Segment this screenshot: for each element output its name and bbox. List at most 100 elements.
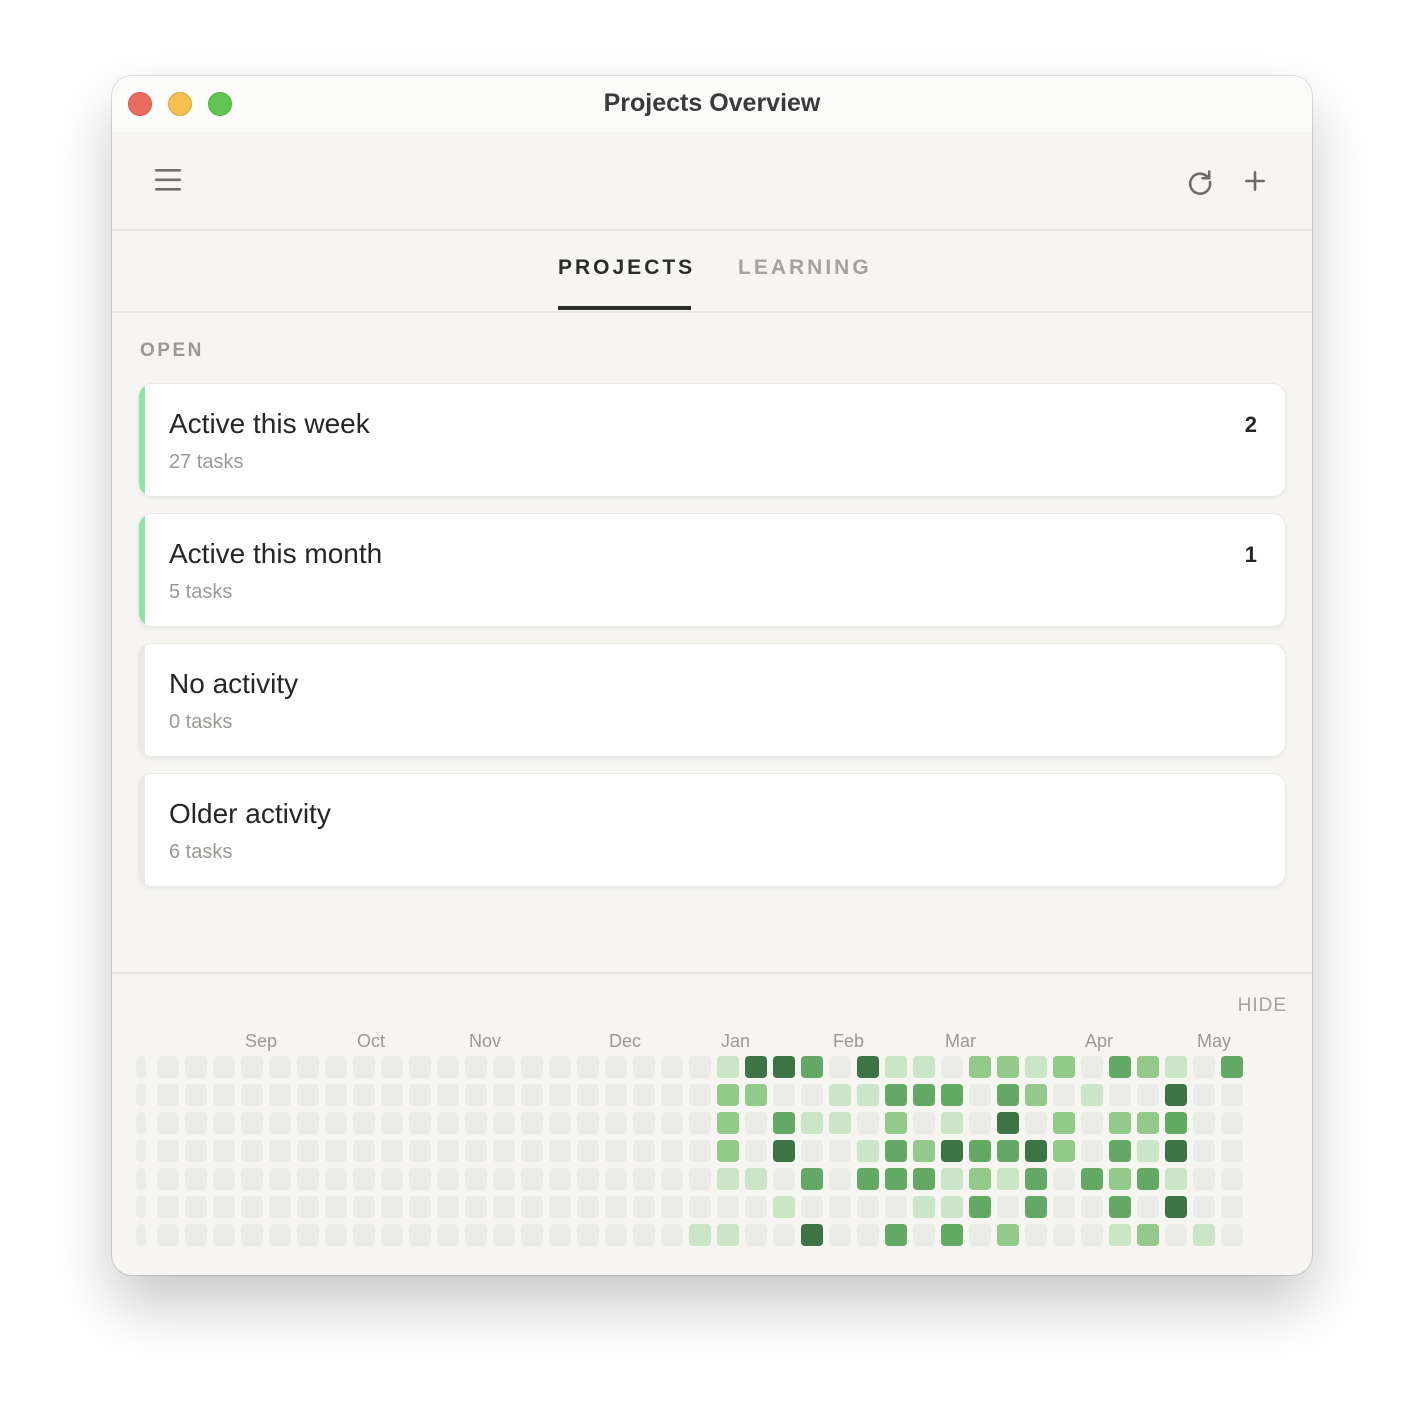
heatmap-cell [493, 1084, 515, 1106]
heatmap-cell [829, 1084, 851, 1106]
heatmap-cell [1193, 1168, 1215, 1190]
heatmap-cell [1137, 1140, 1159, 1162]
heatmap-cell [213, 1112, 235, 1134]
tab-learning[interactable]: LEARNING [738, 256, 872, 280]
heatmap-cell [969, 1056, 991, 1078]
heatmap-cell [437, 1196, 459, 1218]
heatmap-cell [1053, 1140, 1075, 1162]
heatmap-cell [717, 1168, 739, 1190]
heatmap-cell [1109, 1224, 1131, 1246]
heatmap-cell [493, 1196, 515, 1218]
heatmap-cell [689, 1056, 711, 1078]
heatmap-cell [745, 1196, 767, 1218]
heatmap-cell [521, 1084, 543, 1106]
heatmap-cell [353, 1112, 375, 1134]
heatmap-cell [717, 1112, 739, 1134]
heatmap-cell [381, 1056, 403, 1078]
card-accent [139, 774, 145, 886]
heatmap-cell [1165, 1056, 1187, 1078]
heatmap-cell [857, 1084, 879, 1106]
card-active-this-week[interactable]: Active this week 27 tasks 2 [138, 383, 1286, 497]
card-subtitle: 5 tasks [169, 581, 233, 603]
heatmap-cell [381, 1140, 403, 1162]
heatmap-cell [157, 1168, 179, 1190]
card-older-activity[interactable]: Older activity 6 tasks [138, 773, 1286, 887]
heatmap-cell [829, 1224, 851, 1246]
heatmap-cell [1193, 1196, 1215, 1218]
activity-heatmap: Sep Oct Nov Dec Jan Feb Mar Apr May [112, 1026, 1312, 1256]
heatmap-cell [353, 1140, 375, 1162]
heatmap-cell [941, 1196, 963, 1218]
heatmap-cell [157, 1196, 179, 1218]
heatmap-cell [549, 1224, 571, 1246]
heatmap-cell [1221, 1168, 1243, 1190]
heatmap-cell [353, 1196, 375, 1218]
heatmap-cell [801, 1112, 823, 1134]
heatmap-cell [549, 1140, 571, 1162]
heatmap-cell [773, 1084, 795, 1106]
heatmap-cell [661, 1112, 683, 1134]
heatmap-cell [213, 1168, 235, 1190]
card-title: No activity [169, 668, 299, 699]
hamburger-menu-icon[interactable] [154, 167, 184, 193]
tab-projects[interactable]: PROJECTS [558, 256, 695, 280]
heatmap-cell [1165, 1140, 1187, 1162]
heatmap-cell [1221, 1084, 1243, 1106]
heatmap-cell [409, 1112, 431, 1134]
heatmap-cell [437, 1084, 459, 1106]
heatmap-cell [269, 1112, 291, 1134]
heatmap-cell [1165, 1196, 1187, 1218]
heatmap-cell [185, 1056, 207, 1078]
refresh-icon[interactable] [1185, 167, 1215, 197]
window-title: Projects Overview [603, 89, 821, 117]
heatmap-cell [969, 1140, 991, 1162]
heatmap-cell [577, 1084, 599, 1106]
heatmap-cell [577, 1140, 599, 1162]
heatmap-cell [1081, 1056, 1103, 1078]
heatmap-cell [1025, 1112, 1047, 1134]
heatmap-cell [269, 1196, 291, 1218]
heatmap-cell [913, 1168, 935, 1190]
heatmap-cell [381, 1168, 403, 1190]
heatmap-cell [773, 1224, 795, 1246]
heatmap-cell [997, 1112, 1019, 1134]
heatmap-cell [1137, 1056, 1159, 1078]
heatmap-cell [521, 1168, 543, 1190]
app-window: Projects Overview PROJECTS LEARNING OPEN… [112, 76, 1312, 1275]
card-title: Active this month [169, 538, 383, 569]
heatmap-cell [913, 1196, 935, 1218]
heatmap-cell [1137, 1224, 1159, 1246]
heatmap-cell [269, 1168, 291, 1190]
card-title: Older activity [169, 798, 331, 829]
heatmap-cell [353, 1168, 375, 1190]
card-no-activity[interactable]: No activity 0 tasks [138, 643, 1286, 757]
heatmap-cell [381, 1084, 403, 1106]
heatmap-cell [605, 1224, 627, 1246]
heatmap-cell [1109, 1140, 1131, 1162]
plus-icon[interactable] [1240, 166, 1270, 196]
month-label-dec: Dec [609, 1031, 642, 1051]
card-active-this-month[interactable]: Active this month 5 tasks 1 [138, 513, 1286, 627]
heatmap-cell [605, 1056, 627, 1078]
heatmap-cell [157, 1056, 179, 1078]
heatmap-cell [353, 1084, 375, 1106]
heatmap-cell [136, 1196, 146, 1218]
heatmap-cell [1109, 1056, 1131, 1078]
heatmap-cell [801, 1140, 823, 1162]
heatmap-cell [241, 1112, 263, 1134]
heatmap-cell [885, 1196, 907, 1218]
heatmap-cell [241, 1168, 263, 1190]
month-label-sep: Sep [245, 1031, 278, 1051]
heatmap-cell [913, 1224, 935, 1246]
heatmap-cell [136, 1112, 146, 1134]
heatmap-cell [1025, 1196, 1047, 1218]
heatmap-cell [521, 1056, 543, 1078]
heatmap-cell [493, 1112, 515, 1134]
heatmap-cell [829, 1168, 851, 1190]
heatmap-cell [465, 1112, 487, 1134]
hide-heatmap-button[interactable]: HIDE [1238, 995, 1287, 1017]
heatmap-cell [829, 1196, 851, 1218]
heatmap-cell [1081, 1084, 1103, 1106]
heatmap-cell [661, 1084, 683, 1106]
heatmap-cell [493, 1224, 515, 1246]
